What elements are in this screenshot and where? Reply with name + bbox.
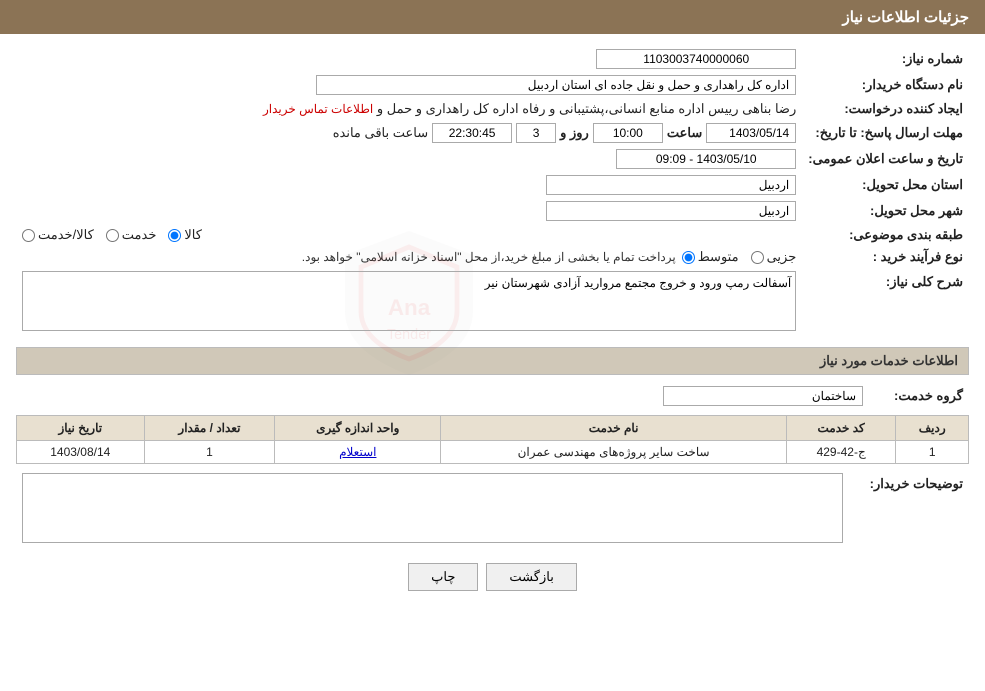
buyer-org-cell bbox=[16, 72, 802, 98]
need-number-input[interactable] bbox=[596, 49, 796, 69]
remaining-label: ساعت باقی مانده bbox=[333, 125, 428, 141]
category-cell: کالا/خدمت خدمت کالا bbox=[16, 224, 802, 246]
category-kala-khedmat-radio[interactable] bbox=[22, 229, 35, 242]
content-area: شماره نیاز: نام دستگاه خریدار: ایجاد کنن… bbox=[0, 34, 985, 613]
buyer-desc-row: توضیحات خریدار: bbox=[16, 470, 969, 549]
page-wrapper: جزئیات اطلاعات نیاز شماره نیاز: نام دستگ… bbox=[0, 0, 985, 691]
need-description-row: شرح کلی نیاز: Ana Tender آسفالت رمپ ورود… bbox=[16, 268, 969, 337]
need-number-label: شماره نیاز: bbox=[802, 46, 969, 72]
category-option-kala-khedmat: کالا/خدمت bbox=[22, 227, 94, 243]
creator-row: ایجاد کننده درخواست: رضا بناهی رییس ادار… bbox=[16, 98, 969, 120]
buyer-org-row: نام دستگاه خریدار: bbox=[16, 72, 969, 98]
cell-quantity: 1 bbox=[144, 441, 275, 464]
col-service-name: نام خدمت bbox=[441, 416, 787, 441]
buyer-desc-table: توضیحات خریدار: bbox=[16, 470, 969, 549]
province-input[interactable] bbox=[546, 175, 796, 195]
buyer-org-label: نام دستگاه خریدار: bbox=[802, 72, 969, 98]
city-label: شهر محل تحویل: bbox=[802, 198, 969, 224]
purchase-motawaset-label: متوسط bbox=[698, 249, 739, 265]
buyer-desc-label: توضیحات خریدار: bbox=[849, 470, 969, 549]
announcement-cell bbox=[16, 146, 802, 172]
col-quantity: تعداد / مقدار bbox=[144, 416, 275, 441]
service-group-input[interactable] bbox=[663, 386, 863, 406]
col-service-code: کد خدمت bbox=[786, 416, 895, 441]
purchase-type-radio-group: متوسط جزیی bbox=[682, 249, 797, 265]
page-title: جزئیات اطلاعات نیاز bbox=[843, 9, 970, 26]
service-group-table: گروه خدمت: bbox=[16, 383, 969, 409]
category-label: طبقه بندی موضوعی: bbox=[802, 224, 969, 246]
deadline-cell: ساعت روز و ساعت باقی مانده bbox=[16, 120, 802, 146]
cell-service-name: ساخت سایر پروژه‌های مهندسی عمران bbox=[441, 441, 787, 464]
province-label: استان محل تحویل: bbox=[802, 172, 969, 198]
purchase-jozi-radio[interactable] bbox=[751, 251, 764, 264]
category-khedmat-radio[interactable] bbox=[106, 229, 119, 242]
category-row: طبقه بندی موضوعی: کالا/خدمت خدمت bbox=[16, 224, 969, 246]
city-cell bbox=[16, 198, 802, 224]
buyer-desc-cell bbox=[16, 470, 849, 549]
purchase-type-label: نوع فرآیند خرید : bbox=[802, 246, 969, 268]
col-date: تاریخ نیاز bbox=[17, 416, 145, 441]
deadline-date-input[interactable] bbox=[706, 123, 796, 143]
creator-label: ایجاد کننده درخواست: bbox=[802, 98, 969, 120]
services-table-header: ردیف کد خدمت نام خدمت واحد اندازه گیری ت… bbox=[17, 416, 969, 441]
col-row-num: ردیف bbox=[896, 416, 969, 441]
announcement-row: تاریخ و ساعت اعلان عمومی: bbox=[16, 146, 969, 172]
table-row: 1 ج-42-429 ساخت سایر پروژه‌های مهندسی عم… bbox=[17, 441, 969, 464]
category-kala-label: کالا bbox=[184, 227, 202, 243]
purchase-jozi-label: جزیی bbox=[767, 249, 797, 265]
need-description-section: Ana Tender آسفالت رمپ ورود و خروج مجتمع … bbox=[22, 271, 796, 334]
button-bar: بازگشت چاپ bbox=[16, 563, 969, 591]
category-radio-group: کالا/خدمت خدمت کالا bbox=[22, 227, 796, 243]
purchase-note: پرداخت تمام یا بخشی از مبلغ خرید،از محل … bbox=[302, 250, 676, 264]
deadline-days-input[interactable] bbox=[516, 123, 556, 143]
creator-cell: رضا بناهی رییس اداره منابع انسانی،پشتیبا… bbox=[16, 98, 802, 120]
province-row: استان محل تحویل: bbox=[16, 172, 969, 198]
purchase-type-row: نوع فرآیند خرید : متوسط جزیی bbox=[16, 246, 969, 268]
cell-unit: استعلام bbox=[275, 441, 441, 464]
buyer-desc-textarea[interactable] bbox=[22, 473, 843, 543]
cell-date: 1403/08/14 bbox=[17, 441, 145, 464]
need-description-cell: Ana Tender آسفالت رمپ ورود و خروج مجتمع … bbox=[16, 268, 802, 337]
city-row: شهر محل تحویل: bbox=[16, 198, 969, 224]
page-header: جزئیات اطلاعات نیاز bbox=[0, 0, 985, 34]
deadline-row: مهلت ارسال پاسخ: تا تاریخ: ساعت روز و سا… bbox=[16, 120, 969, 146]
deadline-label: مهلت ارسال پاسخ: تا تاریخ: bbox=[802, 120, 969, 146]
service-group-row: گروه خدمت: bbox=[16, 383, 969, 409]
main-info-table: شماره نیاز: نام دستگاه خریدار: ایجاد کنن… bbox=[16, 46, 969, 337]
need-description-label: شرح کلی نیاز: bbox=[802, 268, 969, 337]
purchase-type-cell: متوسط جزیی پرداخت تمام یا بخشی از مبلغ خ… bbox=[16, 246, 802, 268]
category-khedmat-label: خدمت bbox=[122, 227, 157, 243]
print-button[interactable]: چاپ bbox=[408, 563, 478, 591]
category-option-khedmat: خدمت bbox=[106, 227, 157, 243]
cell-row-num: 1 bbox=[896, 441, 969, 464]
service-group-label: گروه خدمت: bbox=[869, 383, 969, 409]
purchase-type-container: متوسط جزیی پرداخت تمام یا بخشی از مبلغ خ… bbox=[22, 249, 796, 265]
need-description-textarea[interactable]: آسفالت رمپ ورود و خروج مجتمع مروارید آزا… bbox=[22, 271, 796, 331]
announcement-label: تاریخ و ساعت اعلان عمومی: bbox=[802, 146, 969, 172]
city-input[interactable] bbox=[546, 201, 796, 221]
purchase-motawaset-radio[interactable] bbox=[682, 251, 695, 264]
category-option-kala: کالا bbox=[168, 227, 202, 243]
announcement-input[interactable] bbox=[616, 149, 796, 169]
col-unit: واحد اندازه گیری bbox=[275, 416, 441, 441]
category-kala-radio[interactable] bbox=[168, 229, 181, 242]
deadline-time-input[interactable] bbox=[593, 123, 663, 143]
services-data-table: ردیف کد خدمت نام خدمت واحد اندازه گیری ت… bbox=[16, 415, 969, 464]
contact-link[interactable]: اطلاعات تماس خریدار bbox=[263, 102, 373, 116]
buyer-org-input[interactable] bbox=[316, 75, 796, 95]
cell-service-code: ج-42-429 bbox=[786, 441, 895, 464]
back-button[interactable]: بازگشت bbox=[486, 563, 576, 591]
purchase-motawaset-item: متوسط bbox=[682, 249, 739, 265]
time-label: ساعت bbox=[667, 125, 702, 141]
province-cell bbox=[16, 172, 802, 198]
deadline-remaining-input[interactable] bbox=[432, 123, 512, 143]
services-section-title: اطلاعات خدمات مورد نیاز bbox=[16, 347, 969, 375]
creator-value: رضا بناهی رییس اداره منابع انسانی،پشتیبا… bbox=[377, 101, 796, 116]
need-number-row: شماره نیاز: bbox=[16, 46, 969, 72]
day-label: روز و bbox=[560, 125, 589, 141]
need-number-cell bbox=[16, 46, 802, 72]
category-kala-khedmat-label: کالا/خدمت bbox=[38, 227, 94, 243]
service-group-cell bbox=[16, 383, 869, 409]
purchase-jozi-item: جزیی bbox=[751, 249, 797, 265]
